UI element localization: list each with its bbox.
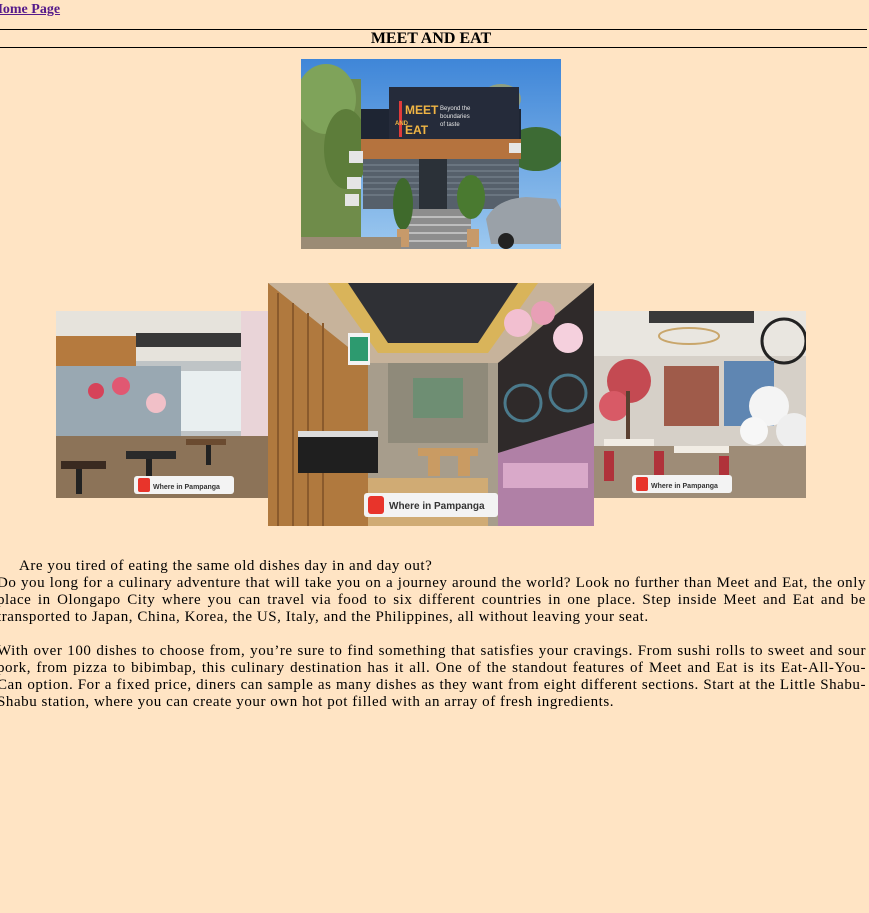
- interior-photo-left: Where in Pampanga: [56, 311, 269, 498]
- svg-text:Where in Pampanga: Where in Pampanga: [389, 501, 485, 512]
- page-title: MEET AND EAT: [370, 30, 492, 47]
- svg-text:MEET: MEET: [405, 103, 439, 117]
- interior-photo-right: Where in Pampanga: [594, 311, 806, 498]
- article-body: Are you tired of eating the same old dis…: [0, 558, 866, 728]
- svg-text:Where in Pampanga: Where in Pampanga: [651, 483, 718, 490]
- svg-text:boundaries: boundaries: [440, 114, 470, 120]
- interior-photo-center: Where in Pampanga: [268, 283, 594, 526]
- article-paragraph-1-text: Do you long for a culinary adventure tha…: [0, 575, 866, 625]
- article-lead: Are you tired of eating the same old dis…: [19, 558, 433, 574]
- article-paragraph-1: Are you tired of eating the same old dis…: [0, 558, 866, 626]
- article-paragraph-2: With over 100 dishes to choose from, you…: [0, 643, 866, 710]
- home-page-link[interactable]: Home Page: [0, 2, 60, 18]
- svg-text:Where in Pampanga: Where in Pampanga: [153, 484, 220, 491]
- svg-text:Beyond the: Beyond the: [440, 106, 471, 112]
- svg-text:of taste: of taste: [440, 122, 460, 128]
- title-bottom-rule: [0, 47, 867, 48]
- storefront-photo: MEET AND EAT Beyond the boundaries of ta…: [301, 59, 561, 249]
- svg-text:EAT: EAT: [405, 123, 429, 137]
